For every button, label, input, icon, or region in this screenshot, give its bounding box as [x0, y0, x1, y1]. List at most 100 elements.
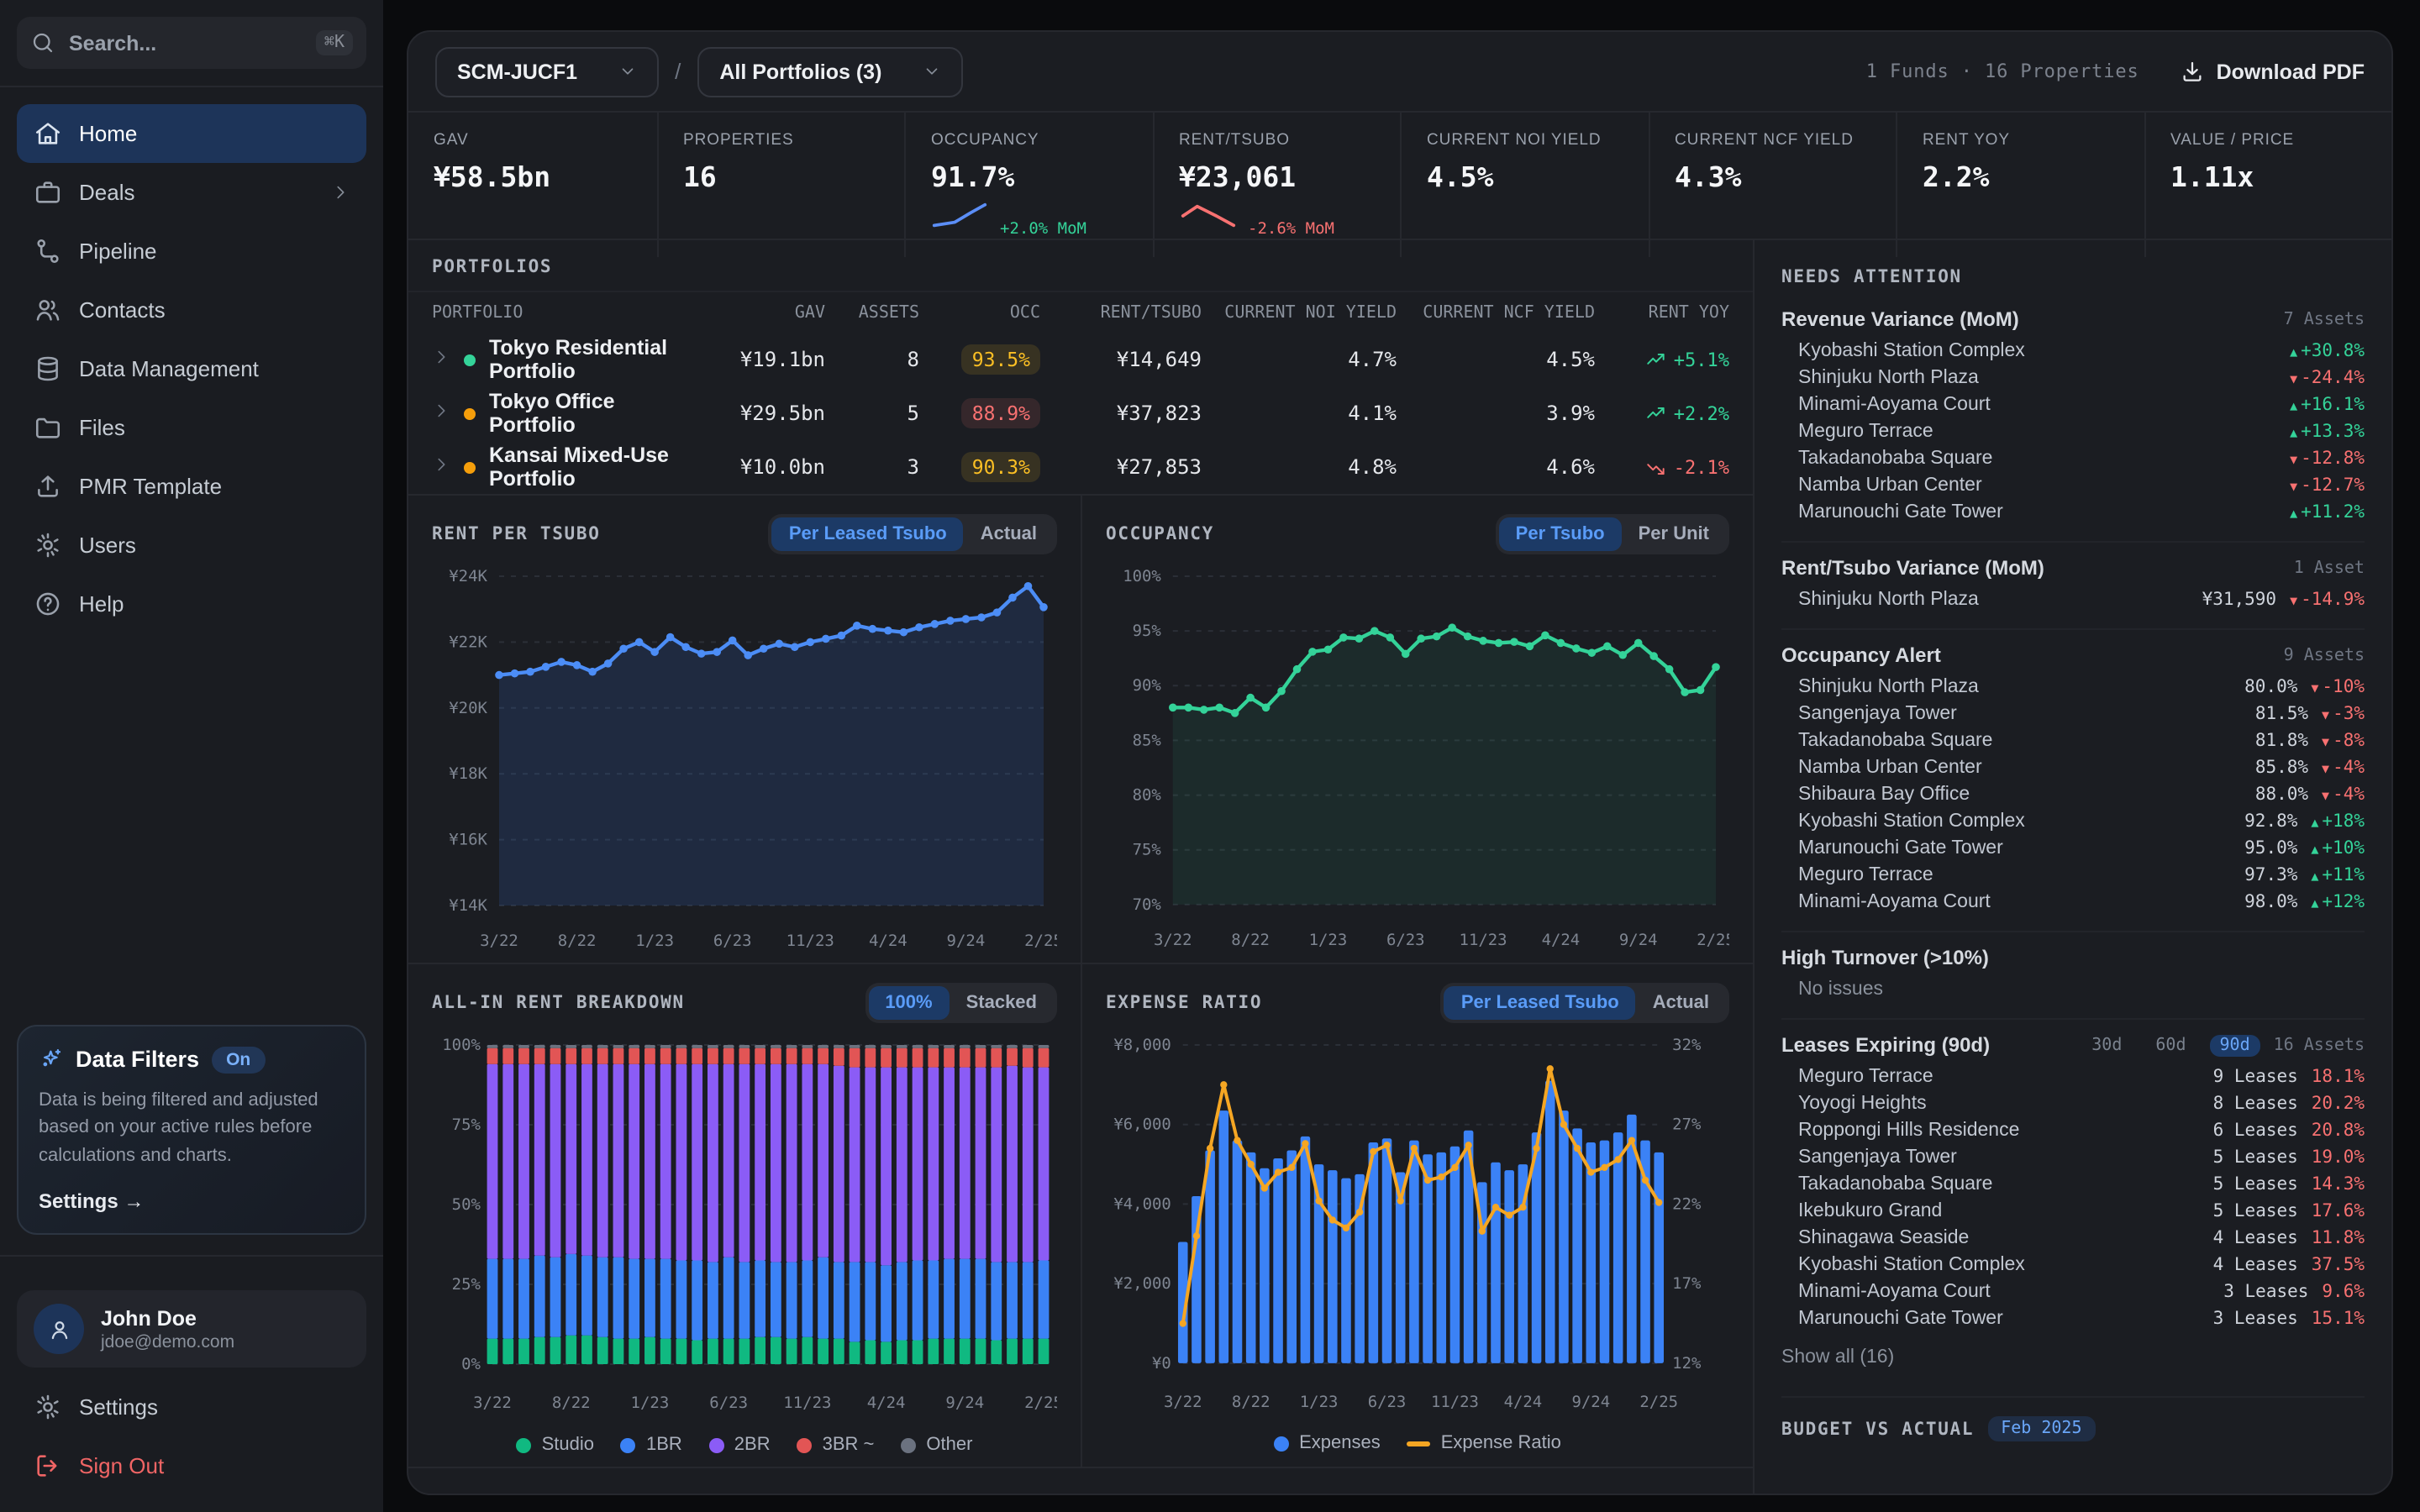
download-pdf-button[interactable]: Download PDF	[2180, 59, 2365, 84]
kpi-trend-text: -2.6% MoM	[1248, 220, 1334, 239]
na-section-header: Revenue Variance (MoM)7 Assets	[1781, 307, 2365, 331]
na-section-meta: 7 Assets	[2284, 310, 2365, 328]
user-card[interactable]: John Doe jdoe@demo.com	[17, 1290, 366, 1368]
sidebar-item-settings[interactable]: Settings	[17, 1378, 366, 1436]
expand-chevron-icon[interactable]	[432, 402, 450, 425]
portfolio-row[interactable]: Kansai Mixed-Use Portfolio¥10.0bn390.3%¥…	[408, 440, 1753, 494]
svg-text:¥22K: ¥22K	[449, 633, 487, 651]
na-row[interactable]: Namba Urban Center85.8%▼-4%	[1781, 754, 2365, 781]
arrow-down-icon: ▼	[2322, 788, 2329, 803]
lease-count: 8 Leases	[2213, 1094, 2298, 1114]
fund-selector[interactable]: SCM-JUCF1	[435, 46, 658, 97]
expense-ratio-title: EXPENSE RATIO	[1106, 993, 1262, 1013]
expense-ratio-toggle-per-leased-tsubo[interactable]: Per Leased Tsubo	[1444, 986, 1636, 1020]
na-row[interactable]: Namba Urban Center▼-12.7%	[1781, 472, 2365, 499]
data-filters-title: Data Filters	[76, 1047, 199, 1072]
portfolio-row[interactable]: Tokyo Office Portfolio¥29.5bn588.9%¥37,8…	[408, 386, 1753, 440]
bottom-strip	[408, 1467, 1753, 1494]
database-icon	[34, 354, 62, 383]
data-filters-settings-link[interactable]: Settings →	[39, 1189, 345, 1213]
na-row[interactable]: Takadanobaba Square5 Leases14.3%	[1781, 1171, 2365, 1198]
column-header-current-noi-yield: CURRENT NOI YIELD	[1202, 303, 1397, 322]
na-row[interactable]: Yoyogi Heights8 Leases20.2%	[1781, 1090, 2365, 1117]
asset-value: 95.0%▲+10%	[2244, 838, 2365, 858]
expand-chevron-icon[interactable]	[432, 348, 450, 371]
svg-text:0%: 0%	[461, 1355, 481, 1373]
rent-breakdown-toggle-stacked[interactable]: Stacked	[950, 986, 1054, 1020]
show-all-link[interactable]: Show all (16)	[1781, 1332, 2365, 1381]
sidebar-item-pipeline[interactable]: Pipeline	[17, 222, 366, 281]
filter-pill-60d[interactable]: 60d	[2145, 1034, 2196, 1056]
na-row[interactable]: Kyobashi Station Complex▲+30.8%	[1781, 338, 2365, 365]
sidebar-item-users[interactable]: Users	[17, 516, 366, 575]
na-row[interactable]: Takadanobaba Square▼-12.8%	[1781, 445, 2365, 472]
occupancy-toggle-per-unit[interactable]: Per Unit	[1622, 517, 1726, 551]
na-row[interactable]: Minami-Aoyama Court3 Leases9.6%	[1781, 1278, 2365, 1305]
legend-item-expense-ratio: Expense Ratio	[1407, 1434, 1561, 1454]
na-row[interactable]: Sangenjaya Tower5 Leases19.0%	[1781, 1144, 2365, 1171]
svg-text:9/24: 9/24	[945, 1394, 984, 1412]
trend-down-icon	[1645, 456, 1667, 478]
ncf-yield-cell: 3.9%	[1397, 402, 1595, 425]
svg-text:100%: 100%	[442, 1036, 481, 1054]
rent-per-tsubo-chart: ¥24K¥22K¥20K¥18K¥16K¥14K3/228/221/236/23…	[432, 559, 1057, 966]
sidebar-item-home[interactable]: Home	[17, 104, 366, 163]
portfolio-selector[interactable]: All Portfolios (3)	[697, 46, 962, 97]
filter-pill-90d[interactable]: 90d	[2210, 1034, 2260, 1056]
sidebar-item-pmr-template[interactable]: PMR Template	[17, 457, 366, 516]
kpi-value: 2.2%	[1923, 161, 2118, 193]
occupancy-toggle-per-tsubo[interactable]: Per Tsubo	[1499, 517, 1622, 551]
sidebar-item-files[interactable]: Files	[17, 398, 366, 457]
rent-per-tsubo-toggle-per-leased-tsubo[interactable]: Per Leased Tsubo	[772, 517, 964, 551]
arrow-up-icon: ▲	[2311, 815, 2318, 830]
expense-ratio-toggle-actual[interactable]: Actual	[1636, 986, 1726, 1020]
filter-pill-30d[interactable]: 30d	[2081, 1034, 2132, 1056]
na-row[interactable]: Meguro Terrace9 Leases18.1%	[1781, 1063, 2365, 1090]
portfolio-row[interactable]: Tokyo Residential Portfolio¥19.1bn893.5%…	[408, 333, 1753, 386]
na-row[interactable]: Meguro Terrace97.3%▲+11%	[1781, 862, 2365, 889]
asset-name: Yoyogi Heights	[1798, 1094, 1927, 1114]
sparkline-down-icon	[1179, 202, 1236, 239]
rent-per-tsubo-title: RENT PER TSUBO	[432, 524, 601, 544]
rent-per-tsubo-toggle-actual[interactable]: Actual	[964, 517, 1054, 551]
na-row[interactable]: Shinjuku North Plaza▼-24.4%	[1781, 365, 2365, 391]
asset-name: Ikebukuro Grand	[1798, 1201, 1942, 1221]
kpi-value: 91.7%	[931, 161, 1127, 193]
budget-vs-actual-title: BUDGET VS ACTUAL	[1781, 1419, 1974, 1439]
app-root: Search... ⌘K HomeDealsPipelineContactsDa…	[0, 0, 2420, 1512]
rent-breakdown-toggle: 100%Stacked	[865, 983, 1057, 1023]
na-row[interactable]: Ikebukuro Grand5 Leases17.6%	[1781, 1198, 2365, 1225]
search-input[interactable]: Search... ⌘K	[17, 17, 366, 69]
na-row[interactable]: Minami-Aoyama Court▲+16.1%	[1781, 391, 2365, 418]
sidebar-item-data-management[interactable]: Data Management	[17, 339, 366, 398]
na-row[interactable]: Shibaura Bay Office88.0%▼-4%	[1781, 781, 2365, 808]
na-row[interactable]: Marunouchi Gate Tower3 Leases15.1%	[1781, 1305, 2365, 1332]
sidebar-item-contacts[interactable]: Contacts	[17, 281, 366, 339]
na-row[interactable]: Sangenjaya Tower81.5%▼-3%	[1781, 701, 2365, 727]
na-row[interactable]: Kyobashi Station Complex4 Leases37.5%	[1781, 1252, 2365, 1278]
sidebar-nav: HomeDealsPipelineContactsData Management…	[17, 104, 366, 633]
column-header-portfolio: PORTFOLIO	[432, 303, 691, 322]
na-row[interactable]: Shinjuku North Plaza80.0%▼-10%	[1781, 674, 2365, 701]
na-row[interactable]: Shinagawa Seaside4 Leases11.8%	[1781, 1225, 2365, 1252]
expand-chevron-icon[interactable]	[432, 455, 450, 479]
na-row[interactable]: Marunouchi Gate Tower95.0%▲+10%	[1781, 835, 2365, 862]
sidebar-item-label: Users	[79, 533, 136, 558]
kpi-rent-yoy: RENT YOY2.2%	[1896, 113, 2144, 257]
kpi-trend: -2.6% MoM	[1179, 202, 1375, 239]
na-row[interactable]: Shinjuku North Plaza¥31,590▼-14.9%	[1781, 586, 2365, 613]
sign-out-button[interactable]: Sign Out	[17, 1436, 366, 1495]
rent-breakdown-toggle-100[interactable]: 100%	[868, 986, 949, 1020]
legend-item-studio: Studio	[517, 1435, 594, 1455]
na-row[interactable]: Meguro Terrace▲+13.3%	[1781, 418, 2365, 445]
na-row[interactable]: Marunouchi Gate Tower▲+11.2%	[1781, 499, 2365, 526]
occupancy-cell: 93.5%	[919, 344, 1040, 375]
na-row[interactable]: Takadanobaba Square81.8%▼-8%	[1781, 727, 2365, 754]
na-row[interactable]: Kyobashi Station Complex92.8%▲+18%	[1781, 808, 2365, 835]
na-row[interactable]: Minami-Aoyama Court98.0%▲+12%	[1781, 889, 2365, 916]
kpi-label: CURRENT NCF YIELD	[1675, 131, 1870, 150]
divider	[0, 1255, 383, 1257]
na-row[interactable]: Roppongi Hills Residence6 Leases20.8%	[1781, 1117, 2365, 1144]
sidebar-item-deals[interactable]: Deals	[17, 163, 366, 222]
sidebar-item-help[interactable]: Help	[17, 575, 366, 633]
